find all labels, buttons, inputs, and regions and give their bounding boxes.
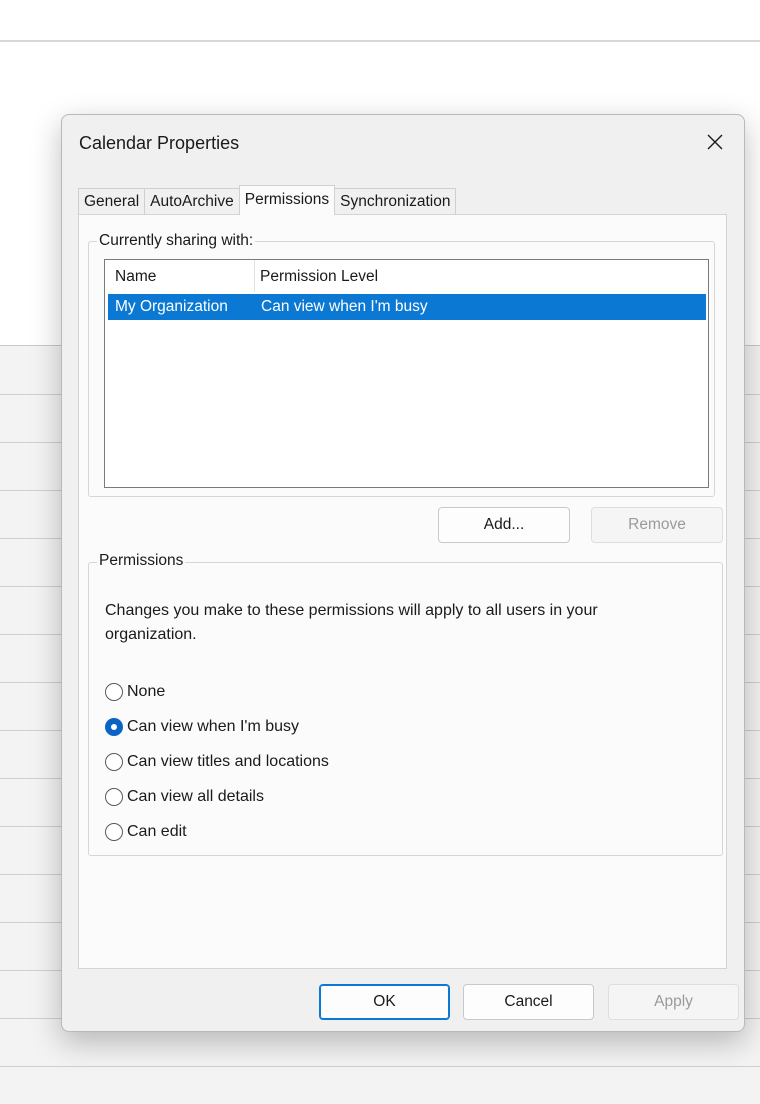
sharing-list[interactable]: Name Permission Level My Organization Ca… [104,259,709,488]
radio-label: None [127,683,166,700]
column-separator[interactable] [254,260,255,292]
tab-autoarchive[interactable]: AutoArchive [144,188,240,214]
radio-button[interactable] [105,823,123,841]
radio-label: Can view all details [127,788,264,805]
add-button[interactable]: Add... [438,507,570,543]
close-button[interactable] [698,125,732,159]
tab-permissions[interactable]: Permissions [238,185,336,215]
radio-label: Can edit [127,823,187,840]
sharing-list-header: Name Permission Level [105,260,708,292]
radio-label: Can view when I'm busy [127,718,300,735]
row-permission-level-cell: Can view when I'm busy [261,298,428,315]
radio-option-can-view-titles-locations[interactable]: Can view titles and locations [105,750,329,774]
column-header-name[interactable]: Name [115,268,156,286]
radio-label: Can view titles and locations [127,753,329,770]
radio-button[interactable] [105,788,123,806]
permissions-group-legend: Permissions [97,552,186,570]
background-divider [0,40,760,42]
remove-button[interactable]: Remove [591,507,723,543]
calendar-properties-dialog: Calendar Properties General AutoArchive … [61,114,745,1032]
tab-general[interactable]: General [78,188,146,214]
cancel-button[interactable]: Cancel [463,984,594,1020]
radio-option-can-view-all-details[interactable]: Can view all details [105,785,264,809]
radio-option-can-edit[interactable]: Can edit [105,820,187,844]
apply-button[interactable]: Apply [608,984,739,1020]
radio-button[interactable] [105,683,123,701]
close-icon [707,134,723,150]
radio-option-can-view-when-busy[interactable]: Can view when I'm busy [105,715,299,739]
row-name-cell: My Organization [115,298,228,315]
sharing-list-row-selected[interactable]: My Organization Can view when I'm busy [108,294,706,320]
sharing-group-legend: Currently sharing with: [97,232,256,250]
dialog-titlebar: Calendar Properties [62,115,744,171]
tab-strip: General AutoArchive Permissions Synchron… [78,185,457,215]
radio-button-checked[interactable] [105,718,123,736]
radio-option-none[interactable]: None [105,680,165,704]
radio-button[interactable] [105,753,123,771]
ok-button[interactable]: OK [319,984,450,1020]
permissions-note: Changes you make to these permissions wi… [105,602,598,643]
column-header-permission-level[interactable]: Permission Level [260,268,378,286]
tab-synchronization[interactable]: Synchronization [334,188,457,214]
dialog-title: Calendar Properties [79,133,240,153]
